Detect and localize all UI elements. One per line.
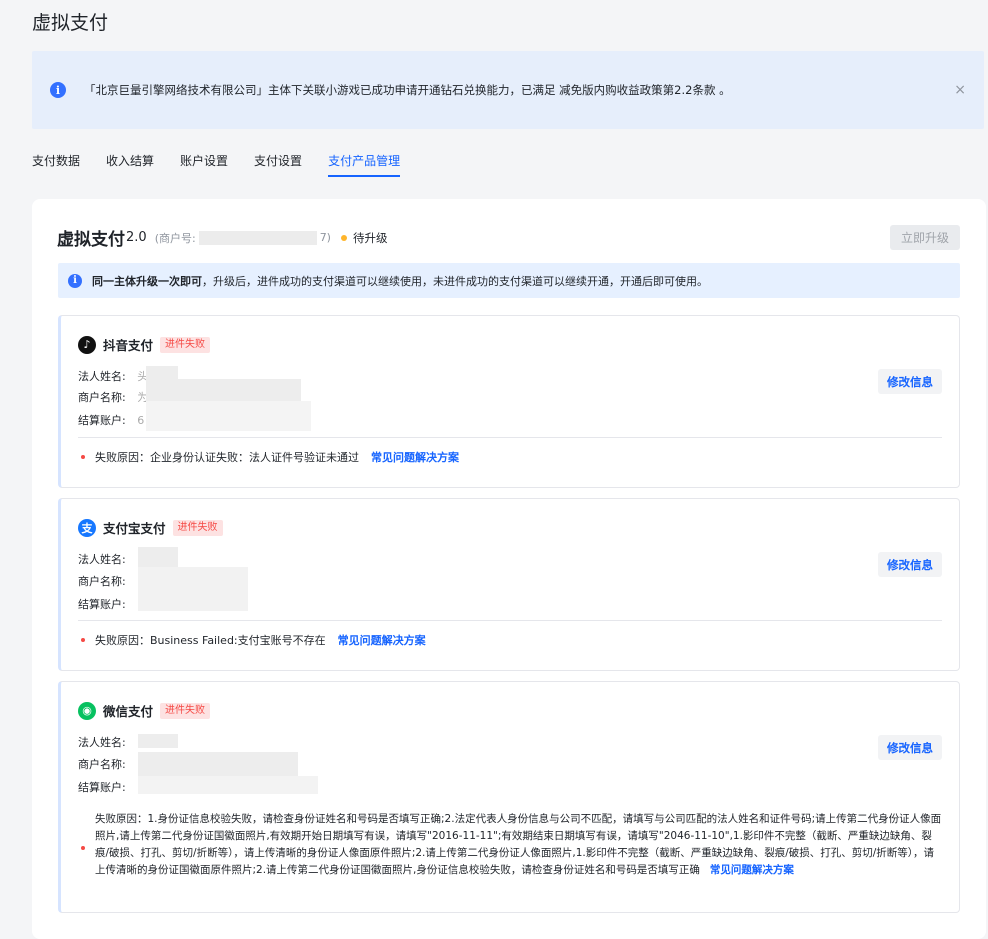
red-dot <box>81 455 85 459</box>
merchant-prefix: (商户号: <box>154 231 196 245</box>
edit-info-button[interactable]: 修改信息 <box>878 552 942 577</box>
tab-income-settlement[interactable]: 收入结算 <box>106 149 154 175</box>
provider-name: 支付宝支付 <box>103 521 166 536</box>
douyin-icon: ♪ <box>78 335 96 354</box>
card-version: 2.0 <box>126 230 147 245</box>
provider-header: 支 支付宝支付 进件失败 <box>78 518 223 537</box>
tab-payment-products[interactable]: 支付产品管理 <box>328 149 401 177</box>
redacted-mask <box>146 379 301 401</box>
provider-card-wechat: ◉ 微信支付 进件失败 法人姓名: 商户名称: 结算账户: 修改信息 失败原因：… <box>58 681 960 913</box>
page-title: 虚拟支付 <box>32 12 109 34</box>
merchant-suffix: 7) <box>319 231 331 244</box>
reason-body-text: 失败原因：1.身份证信息校验失败，请检查身份证姓名和号码是否填写正确;2.法定代… <box>95 813 942 876</box>
redacted-mask <box>138 734 178 748</box>
field-label: 商户名称: <box>78 391 126 404</box>
red-dot <box>81 638 85 642</box>
account-field: 结算账户: <box>78 598 126 611</box>
tip-body: ，升级后，进件成功的支付渠道可以继续使用，未进件成功的支付渠道可以继续开通，开通… <box>202 274 708 288</box>
info-icon: i <box>50 82 66 98</box>
provider-name: 微信支付 <box>103 704 154 719</box>
provider-header: ♪ 抖音支付 进件失败 <box>78 335 211 354</box>
fail-tag: 进件失败 <box>172 519 223 536</box>
upgrade-button[interactable]: 立即升级 <box>890 225 960 250</box>
tab-account-settings[interactable]: 账户设置 <box>180 149 228 175</box>
redacted-mask <box>198 230 317 245</box>
red-dot <box>81 846 85 850</box>
redacted-mask <box>138 547 178 567</box>
wechat-icon: ◉ <box>78 701 96 720</box>
tab-bar: 支付数据 收入结算 账户设置 支付设置 支付产品管理 <box>32 149 426 177</box>
account-field: 结算账户: <box>78 781 126 794</box>
provider-header: ◉ 微信支付 进件失败 <box>78 701 211 720</box>
card-header: 虚拟支付 2.0 (商户号: 7) 待升级 <box>57 225 387 250</box>
edit-info-button[interactable]: 修改信息 <box>878 369 942 394</box>
redacted-mask <box>146 366 178 380</box>
legal-name-field: 法人姓名: 头 <box>78 368 148 384</box>
faq-link[interactable]: 常见问题解决方案 <box>371 449 459 465</box>
redacted-mask <box>138 776 318 794</box>
field-label: 法人姓名: <box>78 370 126 383</box>
edit-info-button[interactable]: 修改信息 <box>878 735 942 760</box>
status-text: 待升级 <box>352 230 388 245</box>
faq-link[interactable]: 常见问题解决方案 <box>338 632 426 648</box>
legal-name-field: 法人姓名: <box>78 736 126 749</box>
upgrade-tip: i 同一主体升级一次即可，升级后，进件成功的支付渠道可以继续使用，未进件成功的支… <box>58 263 960 298</box>
tab-payment-data[interactable]: 支付数据 <box>32 149 80 175</box>
divider <box>78 437 942 438</box>
reason-text: 失败原因：Business Failed:支付宝账号不存在 <box>95 634 326 647</box>
reason-text: 失败原因：1.身份证信息校验失败，请检查身份证姓名和号码是否填写正确;2.法定代… <box>95 811 942 879</box>
fail-reason: 失败原因：Business Failed:支付宝账号不存在 常见问题解决方案 <box>81 632 426 648</box>
field-label: 结算账户: <box>78 414 126 427</box>
virtual-payment-card: 虚拟支付 2.0 (商户号: 7) 待升级 立即升级 i 同一主体升级一次即可，… <box>32 199 986 939</box>
redacted-mask <box>138 567 248 611</box>
fail-reason: 失败原因：企业身份认证失败：法人证件号验证未通过 常见问题解决方案 <box>81 449 459 465</box>
provider-name: 抖音支付 <box>103 338 154 353</box>
divider <box>78 620 942 621</box>
info-icon: i <box>68 273 82 288</box>
merchant-number: (商户号: 7) <box>155 230 331 246</box>
status-dot <box>340 234 347 241</box>
fail-reason: 失败原因：1.身份证信息校验失败，请检查身份证姓名和号码是否填写正确;2.法定代… <box>81 811 942 879</box>
redacted-mask <box>138 752 298 776</box>
card-title: 虚拟支付 <box>57 230 125 250</box>
tip-text: 同一主体升级一次即可，升级后，进件成功的支付渠道可以继续使用，未进件成功的支付渠… <box>92 273 708 289</box>
tab-payment-settings[interactable]: 支付设置 <box>254 149 302 175</box>
redacted-mask <box>146 401 311 431</box>
notice-banner: i 「北京巨量引擎网络技术有限公司」主体下关联小游戏已成功申请开通钻石兑换能力，… <box>32 51 984 129</box>
close-icon[interactable]: × <box>954 82 966 98</box>
alipay-icon: 支 <box>78 518 96 537</box>
fail-tag: 进件失败 <box>160 336 211 353</box>
legal-name-field: 法人姓名: <box>78 553 126 566</box>
merchant-name-field: 商户名称: 为 <box>78 389 148 405</box>
notice-text: 「北京巨量引擎网络技术有限公司」主体下关联小游戏已成功申请开通钻石兑换能力，已满… <box>84 83 731 97</box>
account-field: 结算账户: 6 <box>78 412 144 428</box>
merchant-name-field: 商户名称: <box>78 575 126 588</box>
reason-text: 失败原因：企业身份认证失败：法人证件号验证未通过 <box>95 451 359 464</box>
field-value: 6 <box>137 414 145 427</box>
provider-card-alipay: 支 支付宝支付 进件失败 法人姓名: 商户名称: 结算账户: 修改信息 失败原因… <box>58 498 960 671</box>
fail-tag: 进件失败 <box>160 702 211 719</box>
provider-card-douyin: ♪ 抖音支付 进件失败 法人姓名: 头 商户名称: 为 结算账户: 6 修改信息… <box>58 315 960 488</box>
faq-link[interactable]: 常见问题解决方案 <box>710 864 794 876</box>
tip-bold: 同一主体升级一次即可 <box>92 274 202 288</box>
merchant-name-field: 商户名称: <box>78 758 126 771</box>
